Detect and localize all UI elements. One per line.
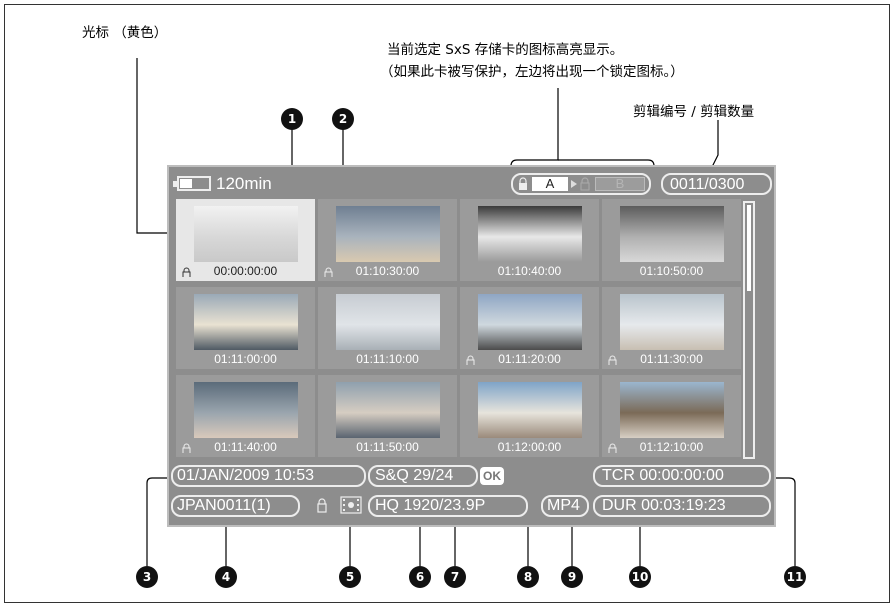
- tcr-box: TCR 00:00:00:00: [593, 465, 771, 487]
- thumbnail-image: [478, 206, 582, 262]
- thumbnail-timecode: 01:11:20:00: [498, 352, 561, 366]
- thumbnail-timecode: 01:11:40:00: [214, 440, 277, 454]
- thumbnail-timecode: 00:00:00:00: [213, 264, 278, 278]
- callout-2: 2: [332, 108, 354, 130]
- duration: DUR 00:03:19:23: [602, 497, 726, 514]
- thumbnail-cell[interactable]: 00:00:00:00: [176, 199, 315, 281]
- thumbnail-timecode: 01:11:10:00: [356, 352, 419, 366]
- thumbnail-timecode: 01:11:30:00: [640, 352, 703, 366]
- thumbnail-image: [620, 206, 724, 262]
- clip-counter: 0011/0300: [670, 176, 745, 193]
- thumbnail-cell[interactable]: 01:11:50:00: [318, 375, 457, 457]
- callout-4: 4: [215, 566, 237, 588]
- ok-mark: OK: [480, 467, 504, 485]
- thumbnail-cell[interactable]: 01:11:40:00: [176, 375, 315, 457]
- lock-icon: [317, 498, 327, 513]
- scrollbar[interactable]: [743, 201, 755, 459]
- clip-number-annotation: 剪辑编号 / 剪辑数量: [633, 104, 755, 120]
- thumbnail-cell[interactable]: 01:10:30:00: [318, 199, 457, 281]
- clip-name-box: JPAN0011(1): [171, 495, 300, 517]
- thumbnail-cell[interactable]: 01:11:30:00: [602, 287, 741, 369]
- scrollbar-thumb[interactable]: [747, 205, 751, 291]
- date-time: 01/JAN/2009 10:53: [177, 467, 314, 484]
- callout-11: 11: [784, 566, 806, 588]
- thumbnail-image: [194, 294, 298, 350]
- thumbnail-cell[interactable]: 01:11:00:00: [176, 287, 315, 369]
- clip-counter-box: 0011/0300: [661, 173, 772, 195]
- sq-rate-box: S&Q 29/24: [368, 465, 478, 487]
- thumbnail-cell[interactable]: 01:10:40:00: [460, 199, 599, 281]
- slot-b-label: B: [615, 176, 625, 191]
- thumbnail-cell[interactable]: 01:12:10:00: [602, 375, 741, 457]
- thumbnail-timecode: 01:12:00:00: [497, 440, 562, 454]
- ok-label: OK: [483, 469, 501, 483]
- thumbnail-image: [620, 382, 724, 438]
- clip-name: JPAN0011(1): [177, 497, 271, 514]
- film-flag-icon: [340, 496, 362, 514]
- timecode-tcr: TCR 00:00:00:00: [602, 467, 724, 484]
- callout-6: 6: [409, 566, 431, 588]
- callout-9: 9: [561, 566, 583, 588]
- slot-b-button[interactable]: B: [595, 177, 645, 191]
- thumbnail-timecode: 01:10:50:00: [639, 264, 704, 278]
- cursor-annotation: 光标 （黄色）: [82, 25, 168, 41]
- date-time-box: 01/JAN/2009 10:53: [171, 465, 366, 487]
- file-format: MP4: [547, 497, 580, 514]
- callout-10: 10: [629, 566, 651, 588]
- slot-a-button[interactable]: A: [532, 177, 568, 191]
- thumbnail-image: [194, 382, 298, 438]
- thumbnail-timecode: 01:10:40:00: [497, 264, 562, 278]
- media-annotation-line2: （如果此卡被写保护，左边将出现一个锁定图标。）: [380, 64, 684, 80]
- callout-5: 5: [339, 566, 361, 588]
- thumbnail-timecode: 01:12:10:00: [639, 440, 704, 454]
- battery-remaining: 120min: [216, 174, 272, 193]
- thumbnail-grid: 00:00:00:00 01:10:30:00 01:10:40:00 01:10:5…: [176, 199, 744, 461]
- media-slot-indicator: A B: [511, 173, 651, 195]
- thumbnail-timecode: 01:10:30:00: [355, 264, 420, 278]
- thumbnail-cell[interactable]: 01:10:50:00: [602, 199, 741, 281]
- slot-a-label: A: [545, 176, 555, 191]
- callout-8: 8: [517, 566, 539, 588]
- thumbnail-image: [620, 294, 724, 350]
- thumbnail-screen: 120min A B 0011/0300 00:00:00:00 01:10:30…: [167, 165, 776, 527]
- media-annotation-line1: 当前选定 SxS 存储卡的图标高亮显示。: [387, 42, 624, 58]
- callout-7: 7: [444, 566, 466, 588]
- video-format-box: HQ 1920/23.9P: [368, 495, 528, 517]
- sq-rate: S&Q 29/24: [375, 467, 454, 484]
- thumbnail-image: [336, 382, 440, 438]
- lock-icon: [519, 177, 527, 190]
- thumbnail-image: [478, 382, 582, 438]
- thumbnail-cell[interactable]: 01:11:20:00: [460, 287, 599, 369]
- callout-1: 1: [281, 108, 303, 130]
- file-format-box: MP4: [541, 495, 589, 517]
- thumbnail-image: [194, 206, 298, 262]
- thumbnail-image: [336, 206, 440, 262]
- thumbnail-cell[interactable]: 01:11:10:00: [318, 287, 457, 369]
- battery-icon: [173, 176, 211, 191]
- lock-icon-dim: [580, 177, 590, 191]
- thumbnail-image: [478, 294, 582, 350]
- thumbnail-cell[interactable]: 01:12:00:00: [460, 375, 599, 457]
- duration-box: DUR 00:03:19:23: [593, 495, 771, 517]
- thumbnail-timecode: 01:11:00:00: [214, 352, 277, 366]
- thumbnail-image: [336, 294, 440, 350]
- callout-3: 3: [136, 566, 158, 588]
- video-format: HQ 1920/23.9P: [375, 497, 486, 514]
- arrow-right-icon: [571, 180, 577, 188]
- thumbnail-timecode: 01:11:50:00: [356, 440, 419, 454]
